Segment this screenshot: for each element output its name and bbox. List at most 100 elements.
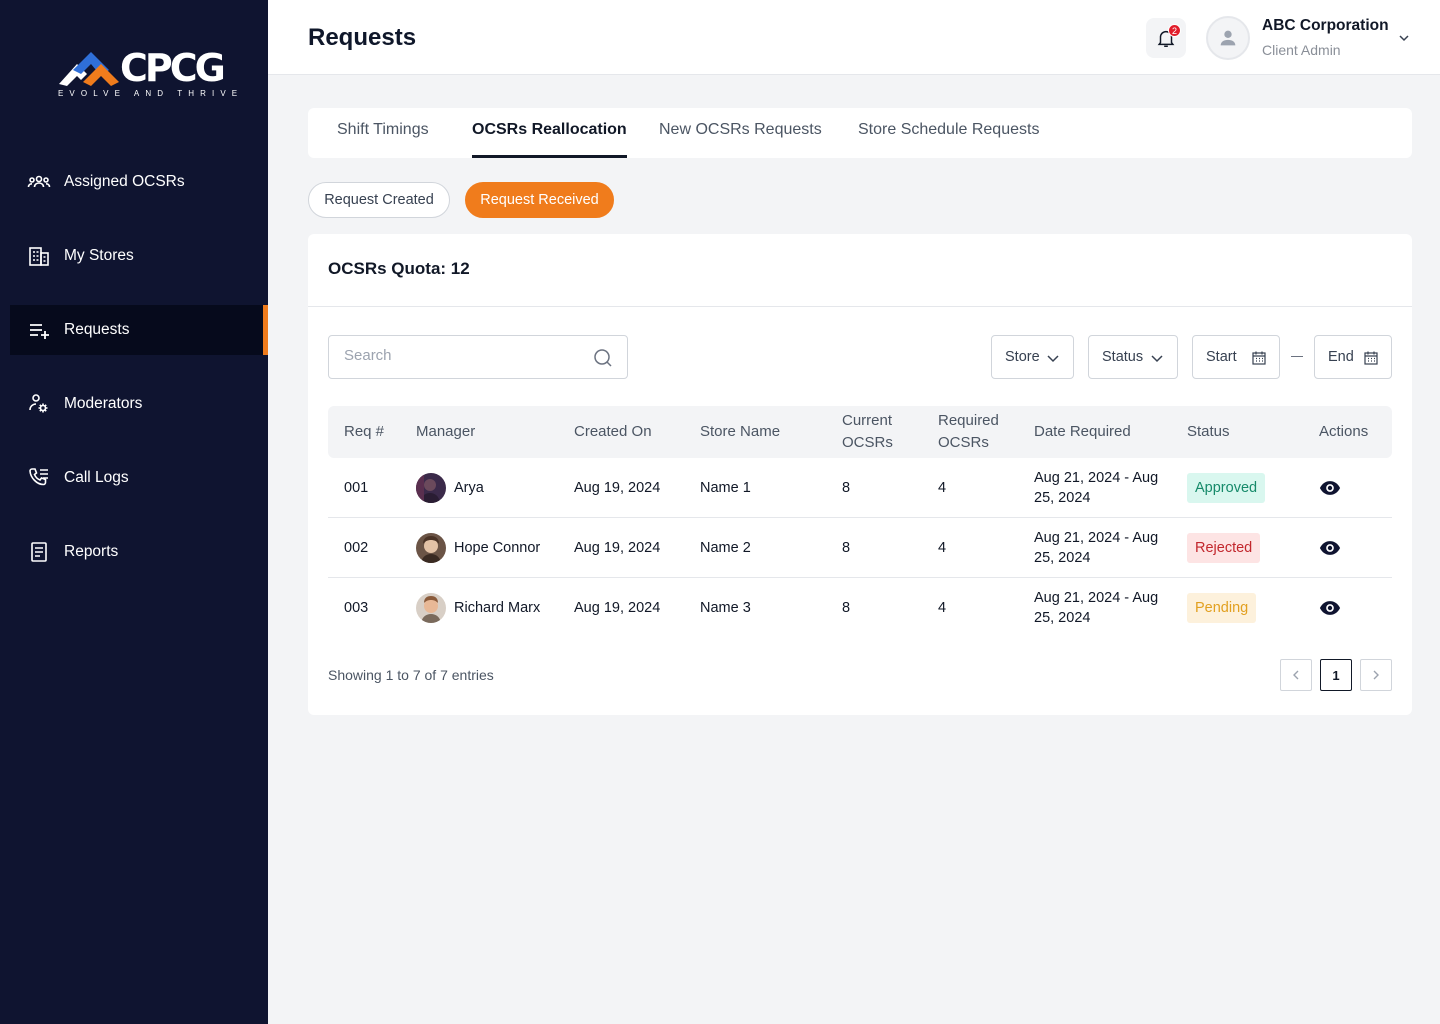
calendar-icon — [1252, 351, 1266, 365]
avatar — [416, 533, 446, 563]
chevron-down-icon — [1151, 355, 1163, 363]
table-header: Req # Manager Created On Store Name Curr… — [328, 406, 1392, 458]
page-number-button[interactable]: 1 — [1320, 659, 1352, 691]
sidebar-item-call-logs[interactable]: Call Logs — [10, 453, 268, 503]
prev-page-button[interactable] — [1280, 659, 1312, 691]
divider — [308, 306, 1412, 307]
chevron-down-icon[interactable] — [1396, 30, 1412, 46]
actions-cell — [1319, 578, 1341, 638]
building-icon — [26, 243, 52, 269]
created-on: Aug 19, 2024 — [574, 480, 661, 496]
request-created-button[interactable]: Request Created — [308, 182, 450, 218]
end-date-picker[interactable]: End — [1314, 335, 1392, 379]
column-header: Actions — [1319, 423, 1369, 440]
current-ocsrs: 8 — [842, 600, 851, 616]
next-page-button[interactable] — [1360, 659, 1392, 691]
top-header: Requests 2 ABC Corporation Client Admin — [268, 0, 1440, 75]
sidebar-item-label: Requests — [64, 321, 130, 338]
created-on: Aug 19, 2024 — [574, 540, 661, 556]
column-header: Required OCSRs — [938, 412, 999, 451]
required-ocsrs: 4 — [938, 540, 947, 556]
column-header: Req # — [344, 423, 385, 440]
sidebar-item-label: Assigned OCSRs — [64, 173, 185, 190]
user-avatar[interactable] — [1206, 16, 1250, 60]
search-icon[interactable] — [593, 348, 613, 368]
required-ocsrs: 4 — [938, 600, 947, 616]
eye-icon[interactable] — [1319, 537, 1341, 559]
table-row: 003 Richard Marx Aug 19, 2024 Name 3 8 4… — [328, 578, 1392, 638]
user-role: Client Admin — [1262, 42, 1341, 58]
sidebar-item-reports[interactable]: Reports — [10, 527, 268, 577]
tab-store-schedule-requests[interactable]: Store Schedule Requests — [858, 108, 1039, 158]
column-header: Current OCSRs — [842, 412, 893, 451]
chevron-down-icon — [1047, 355, 1059, 363]
user-settings-icon — [26, 391, 52, 417]
eye-icon[interactable] — [1319, 477, 1341, 499]
status-cell: Approved — [1187, 458, 1266, 518]
table-row: 001 Arya Aug 19, 2024 Name 1 8 4 Aug 21,… — [328, 458, 1392, 518]
sidebar-item-label: Moderators — [64, 395, 143, 412]
chevron-left-icon — [1293, 670, 1299, 680]
tab-ocsrs-reallocation[interactable]: OCSRs Reallocation — [472, 108, 627, 158]
manager-cell: Hope Connor — [416, 518, 540, 578]
status-filter-label: Status — [1102, 349, 1144, 365]
start-date-label: Start — [1206, 349, 1237, 365]
users-icon — [26, 169, 52, 195]
page-title: Requests — [308, 24, 417, 51]
current-ocsrs: 8 — [842, 480, 851, 496]
sidebar-item-label: My Stores — [64, 247, 134, 264]
status-cell: Rejected — [1187, 518, 1261, 578]
request-received-button[interactable]: Request Received — [465, 182, 614, 218]
sidebar-item-requests[interactable]: Requests — [10, 305, 268, 355]
logo-tagline: EVOLVE AND THRIVE — [58, 89, 244, 98]
end-date-label: End — [1328, 349, 1354, 365]
status-badge: Rejected — [1187, 533, 1261, 563]
sidebar-item-my-stores[interactable]: My Stores — [10, 231, 268, 281]
tab-bar: Shift Timings OCSRs Reallocation New OCS… — [308, 108, 1412, 158]
req-number: 002 — [344, 540, 369, 556]
current-ocsrs: 8 — [842, 540, 851, 556]
tab-shift-timings[interactable]: Shift Timings — [337, 108, 429, 158]
actions-cell — [1319, 458, 1341, 518]
store-filter[interactable]: Store — [991, 335, 1074, 379]
avatar — [416, 593, 446, 623]
sidebar-item-moderators[interactable]: Moderators — [10, 379, 268, 429]
table-row: 002 Hope Connor Aug 19, 2024 Name 2 8 4 … — [328, 518, 1392, 578]
sidebar: CPCG EVOLVE AND THRIVE Assigned OCSRs My… — [0, 0, 268, 1024]
sidebar-item-label: Reports — [64, 543, 119, 560]
phone-log-icon — [26, 465, 52, 491]
brand-logo[interactable]: CPCG EVOLVE AND THRIVE — [57, 48, 237, 100]
column-header: Created On — [574, 423, 652, 440]
user-name[interactable]: ABC Corporation — [1262, 17, 1389, 35]
user-icon — [1220, 30, 1236, 46]
logo-mark-icon — [59, 52, 119, 86]
start-date-picker[interactable]: Start — [1192, 335, 1280, 379]
sidebar-item-assigned-ocsrs[interactable]: Assigned OCSRs — [10, 157, 268, 207]
manager-name: Hope Connor — [454, 540, 541, 556]
column-header: Status — [1187, 423, 1230, 440]
status-filter[interactable]: Status — [1088, 335, 1178, 379]
eye-icon[interactable] — [1319, 597, 1341, 619]
req-number: 001 — [344, 480, 369, 496]
tab-new-ocsrs-requests[interactable]: New OCSRs Requests — [659, 108, 822, 158]
chevron-right-icon — [1373, 670, 1379, 680]
date-required: Aug 21, 2024 - Aug 25, 2024 — [1034, 590, 1159, 626]
sidebar-item-label: Call Logs — [64, 469, 129, 486]
manager-cell: Richard Marx — [416, 578, 540, 638]
logo-text: CPCG — [120, 46, 226, 90]
actions-cell — [1319, 518, 1341, 578]
column-header: Date Required — [1034, 423, 1131, 440]
manager-name: Richard Marx — [454, 600, 541, 616]
requests-card: OCSRs Quota: 12 Store Status Start End R… — [308, 234, 1412, 715]
calendar-icon — [1364, 351, 1378, 365]
notification-count-badge: 2 — [1168, 24, 1181, 37]
search-input[interactable] — [344, 347, 584, 364]
store-name: Name 3 — [700, 600, 751, 616]
notifications-button[interactable]: 2 — [1146, 18, 1186, 58]
date-required: Aug 21, 2024 - Aug 25, 2024 — [1034, 530, 1159, 566]
manager-name: Arya — [454, 480, 484, 496]
list-add-icon — [26, 317, 52, 343]
req-number: 003 — [344, 600, 369, 616]
avatar — [416, 473, 446, 503]
status-badge: Approved — [1187, 473, 1266, 503]
